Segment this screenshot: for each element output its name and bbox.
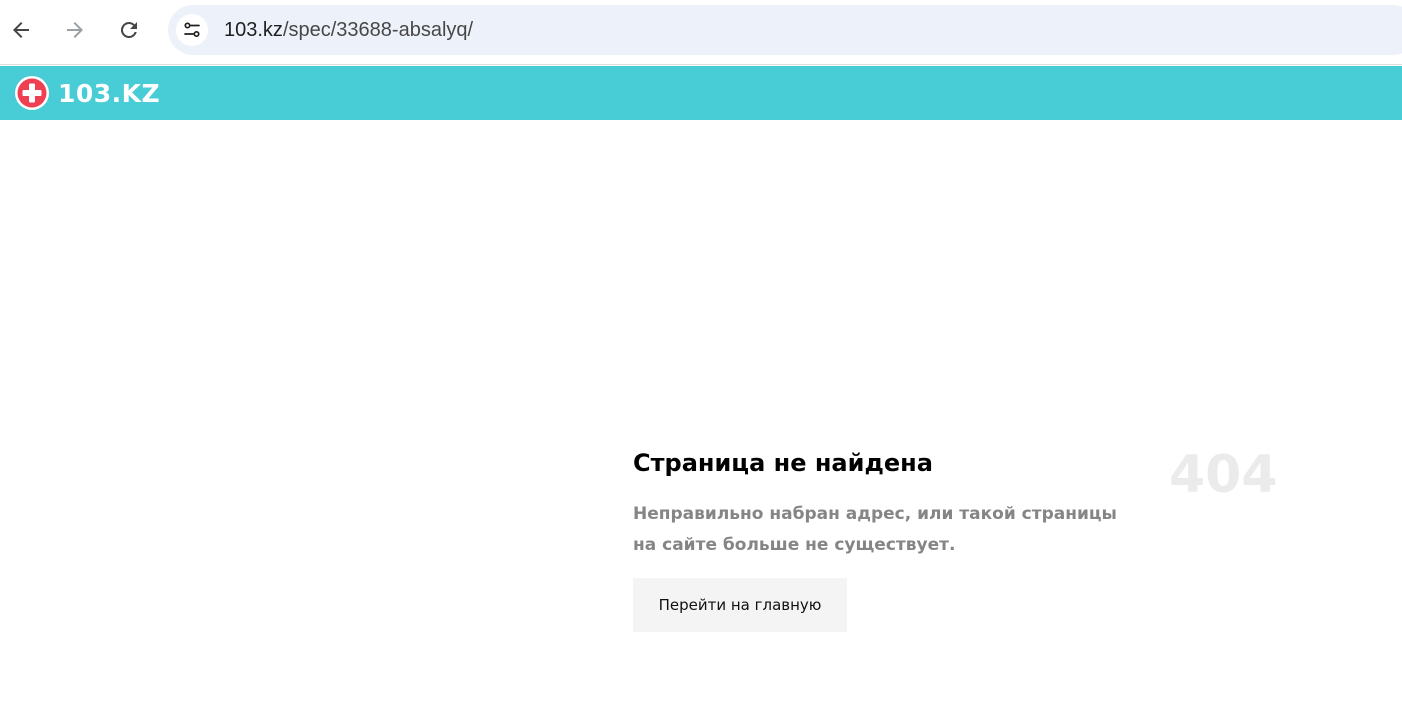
go-home-button[interactable]: Перейти на главную bbox=[633, 578, 847, 632]
arrow-right-icon bbox=[67, 22, 83, 38]
site-header: 103.KZ bbox=[0, 66, 1402, 120]
site-logo[interactable]: 103.KZ bbox=[14, 75, 160, 111]
browser-toolbar: 103.kz/spec/33688-absalyq/ bbox=[0, 0, 1402, 65]
medical-cross-icon bbox=[15, 76, 49, 110]
error-block: Страница не найдена 404 Неправильно набр… bbox=[633, 447, 1278, 632]
error-code: 404 bbox=[1169, 445, 1278, 505]
site-info-button[interactable] bbox=[176, 14, 208, 46]
url-host: 103.kz bbox=[224, 19, 283, 41]
forward-button[interactable] bbox=[57, 12, 93, 48]
url-text[interactable]: 103.kz/spec/33688-absalyq/ bbox=[224, 19, 473, 41]
back-button[interactable] bbox=[3, 12, 39, 48]
address-bar[interactable]: 103.kz/spec/33688-absalyq/ bbox=[168, 5, 1402, 55]
tune-icon bbox=[184, 22, 200, 38]
reload-button[interactable] bbox=[111, 12, 147, 48]
arrow-left-icon bbox=[13, 22, 29, 38]
reload-icon bbox=[120, 21, 137, 38]
logo-text: 103.KZ bbox=[58, 78, 161, 108]
error-description: Неправильно набран адрес, или такой стра… bbox=[633, 504, 1117, 555]
url-path: /spec/33688-absalyq/ bbox=[282, 19, 474, 41]
